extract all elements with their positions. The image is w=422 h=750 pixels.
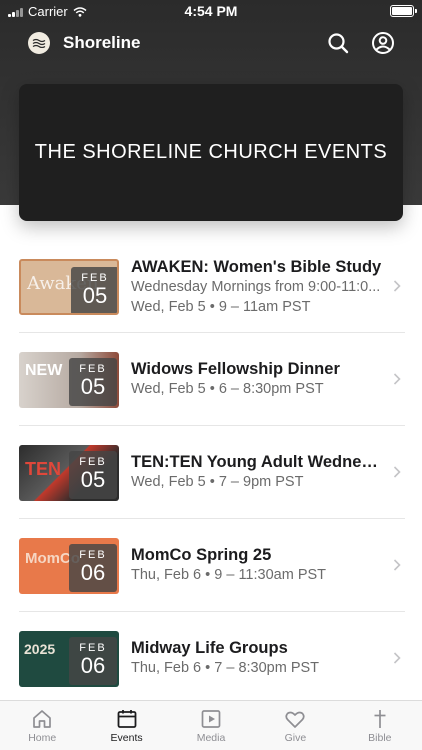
date-badge: FEB 05: [69, 451, 117, 499]
event-row[interactable]: MomCo FEB 06 MomCo Spring 25 Thu, Feb 6 …: [19, 519, 405, 612]
event-thumbnail: Awaken FEB 05: [19, 259, 119, 315]
banner-title: THE SHORELINE CHURCH EVENTS: [34, 141, 388, 163]
event-list: Awaken FEB 05 AWAKEN: Women's Bible Stud…: [19, 240, 405, 705]
app-bar: Shoreline: [0, 26, 422, 62]
waves-icon: [32, 38, 46, 48]
calendar-icon: [117, 710, 137, 728]
event-thumbnail: MomCo FEB 06: [19, 538, 119, 594]
event-details: AWAKEN: Women's Bible Study Wednesday Mo…: [131, 257, 383, 317]
chevron-right-icon: [393, 373, 401, 385]
event-row[interactable]: 2025 FEB 06 Midway Life Groups Thu, Feb …: [19, 612, 405, 705]
chevron-right-icon: [393, 466, 401, 478]
thumbnail-artwork-text: TEN: [25, 459, 61, 479]
tab-media[interactable]: Media: [169, 701, 253, 750]
date-day: 05: [80, 374, 106, 399]
tab-home[interactable]: Home: [0, 701, 84, 750]
date-badge: FEB 06: [69, 544, 117, 592]
event-title: Widows Fellowship Dinner: [131, 360, 340, 378]
cross-icon: [374, 710, 386, 728]
event-thumbnail: 2025 FEB 06: [19, 631, 119, 687]
tab-label: Media: [196, 732, 226, 744]
event-subtitle: Wednesday Mornings from 9:00-11:0...: [131, 279, 381, 295]
event-datetime: Wed, Feb 5 • 7 – 9pm PST: [131, 474, 304, 490]
battery-icon: [390, 5, 417, 17]
date-badge: FEB 06: [69, 637, 117, 685]
event-row[interactable]: TEN FEB 05 TEN:TEN Young Adult Wednes...…: [19, 426, 405, 519]
event-title: MomCo Spring 25: [131, 546, 272, 564]
thumbnail-artwork-text: NEW: [25, 362, 63, 379]
home-icon: [33, 710, 52, 728]
event-datetime: Thu, Feb 6 • 9 – 11:30am PST: [131, 567, 327, 583]
app-title: Shoreline: [63, 33, 141, 52]
date-day: 05: [82, 283, 108, 308]
profile-icon[interactable]: [371, 31, 395, 55]
chevron-right-icon: [393, 280, 401, 292]
date-day: 06: [80, 653, 106, 678]
event-details: MomCo Spring 25 Thu, Feb 6 • 9 – 11:30am…: [131, 545, 383, 585]
status-bar: Carrier 4:54 PM: [0, 0, 422, 22]
event-row[interactable]: Awaken FEB 05 AWAKEN: Women's Bible Stud…: [19, 240, 405, 333]
church-logo[interactable]: [28, 32, 50, 54]
event-details: TEN:TEN Young Adult Wednes... Wed, Feb 5…: [131, 452, 383, 492]
chevron-right-icon: [393, 652, 401, 664]
heart-icon: [285, 711, 306, 728]
event-thumbnail: NEW FEB 05: [19, 352, 119, 408]
date-day: 06: [80, 560, 106, 585]
date-badge: FEB 05: [71, 267, 117, 313]
event-row[interactable]: NEW FEB 05 Widows Fellowship Dinner Wed,…: [19, 333, 405, 426]
search-icon[interactable]: [326, 31, 350, 55]
tab-give[interactable]: Give: [253, 701, 337, 750]
event-title: Midway Life Groups: [131, 639, 288, 657]
events-banner: THE SHORELINE CHURCH EVENTS: [19, 84, 403, 221]
status-time: 4:54 PM: [184, 3, 238, 19]
thumbnail-artwork-text: 2025: [24, 641, 56, 657]
event-details: Midway Life Groups Thu, Feb 6 • 7 – 8:30…: [131, 638, 383, 678]
tab-label: Bible: [368, 732, 392, 744]
event-details: Widows Fellowship Dinner Wed, Feb 5 • 6 …: [131, 359, 383, 399]
tab-label: Give: [284, 732, 307, 744]
event-thumbnail: TEN FEB 05: [19, 445, 119, 501]
tab-events[interactable]: Events: [84, 701, 168, 750]
event-title: TEN:TEN Young Adult Wednes...: [131, 453, 383, 471]
event-datetime: Wed, Feb 5 • 6 – 8:30pm PST: [131, 381, 324, 397]
chevron-right-icon: [393, 559, 401, 571]
tab-bible[interactable]: Bible: [338, 701, 422, 750]
date-badge: FEB 05: [69, 358, 117, 406]
tab-label: Home: [28, 732, 57, 744]
event-datetime: Wed, Feb 5 • 9 – 11am PST: [131, 299, 311, 315]
date-day: 05: [80, 467, 106, 492]
event-datetime: Thu, Feb 6 • 7 – 8:30pm PST: [131, 660, 320, 676]
play-icon: [201, 710, 221, 728]
tab-bar: Home Events Media Give Bible: [0, 700, 422, 750]
tab-label: Events: [110, 732, 143, 744]
event-title: AWAKEN: Women's Bible Study: [131, 258, 382, 276]
